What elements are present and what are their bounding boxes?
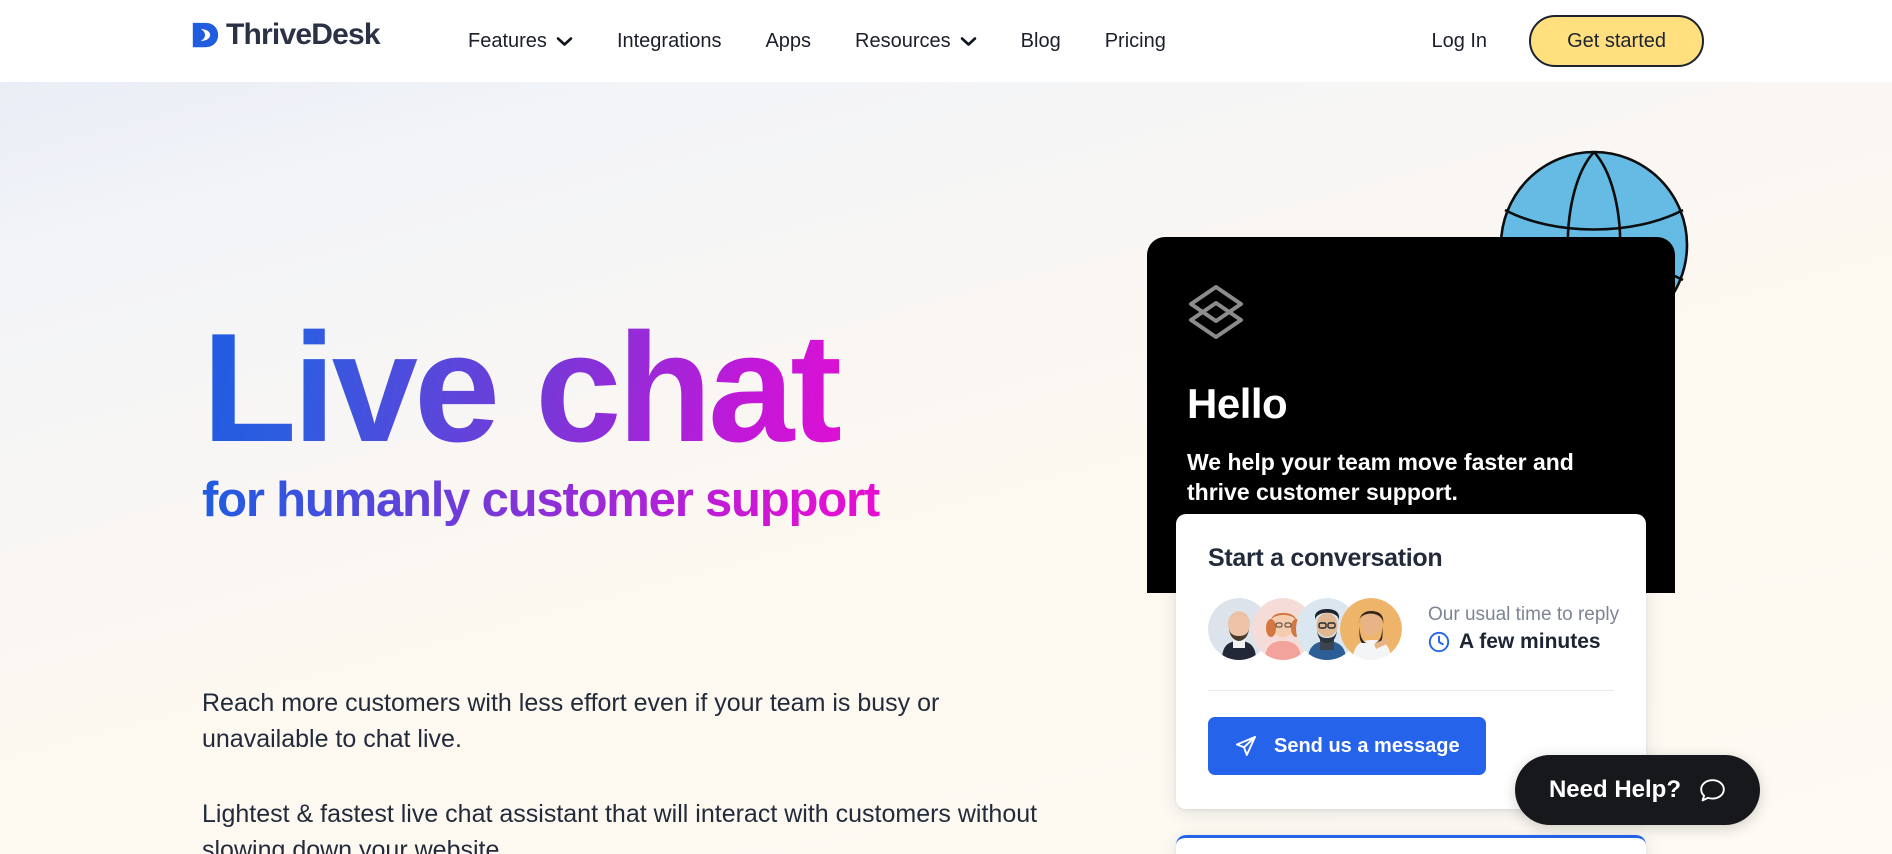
send-us-a-message-button[interactable]: Send us a message (1208, 717, 1486, 775)
widget-greeting: Hello (1187, 380, 1288, 427)
divider (1208, 690, 1614, 691)
nav-item-resources[interactable]: Resources (833, 0, 999, 82)
chat-bubble-icon (1700, 778, 1725, 801)
nav-item-label: Integrations (616, 29, 722, 52)
hero-section: Live chat for humanly customer support R… (0, 82, 1892, 854)
page-subtitle: for humanly customer support (202, 473, 1082, 528)
nav-item-label: Apps (765, 29, 812, 52)
hero-paragraph: Lightest & fastest live chat assistant t… (202, 800, 1038, 854)
nav-item-apps[interactable]: Apps (743, 0, 833, 82)
hero-copy: Live chat for humanly customer support (202, 310, 1082, 528)
page-root: ThriveDesk Features Integrations Apps Re… (0, 0, 1892, 854)
nav-item-label: Pricing (1104, 29, 1166, 52)
nav-item-label: Blog (1020, 29, 1061, 52)
get-started-button[interactable]: Get started (1529, 15, 1704, 67)
paper-plane-icon (1236, 736, 1256, 756)
login-link[interactable]: Log In (1431, 30, 1529, 53)
reply-time-label: Our usual time to reply (1428, 604, 1620, 625)
agents-and-reply-time: Our usual time to reply A few minutes (1208, 598, 1619, 660)
thrivedesk-d-logo-icon (192, 22, 219, 48)
agent-avatar-4 (1340, 598, 1402, 660)
conversation-card-title: Start a conversation (1208, 544, 1443, 572)
nav-item-features[interactable]: Features (446, 0, 595, 82)
brand-name: ThriveDesk (226, 18, 381, 51)
hero-paragraph: Reach more customers with less effort ev… (202, 689, 940, 753)
main-navigation: Features Integrations Apps Resources Blo… (446, 0, 1188, 82)
reply-time-value: A few minutes (1459, 630, 1601, 653)
chevron-down-icon (556, 36, 573, 46)
header-actions: Log In Get started (1431, 0, 1704, 82)
need-help-label: Need Help? (1548, 776, 1681, 803)
send-button-label: Send us a message (1274, 734, 1460, 757)
nav-item-pricing[interactable]: Pricing (1083, 0, 1188, 82)
need-help-button[interactable]: Need Help? (1514, 755, 1760, 825)
nav-item-integrations[interactable]: Integrations (595, 0, 744, 82)
reply-time-value-row: A few minutes (1428, 630, 1619, 654)
nav-item-label: Features (468, 29, 547, 52)
brand-logo[interactable]: ThriveDesk (190, 18, 381, 52)
nav-item-blog[interactable]: Blog (999, 0, 1083, 82)
diamond-layers-logo-icon (1189, 285, 1243, 339)
widget-subtitle: We help your team move faster and thrive… (1187, 449, 1574, 506)
reply-time-info: Our usual time to reply A few minutes (1420, 604, 1619, 654)
site-header: ThriveDesk Features Integrations Apps Re… (0, 0, 1892, 82)
page-title: Live chat (202, 310, 1082, 465)
clock-icon (1428, 631, 1450, 653)
agent-avatar-group (1208, 598, 1402, 660)
nav-item-label: Resources (855, 29, 951, 52)
hero-description: Reach more customers with less effort ev… (202, 686, 1042, 854)
order-status-card[interactable]: Order status Check on your recent order … (1176, 835, 1646, 854)
chevron-down-icon (960, 36, 976, 46)
